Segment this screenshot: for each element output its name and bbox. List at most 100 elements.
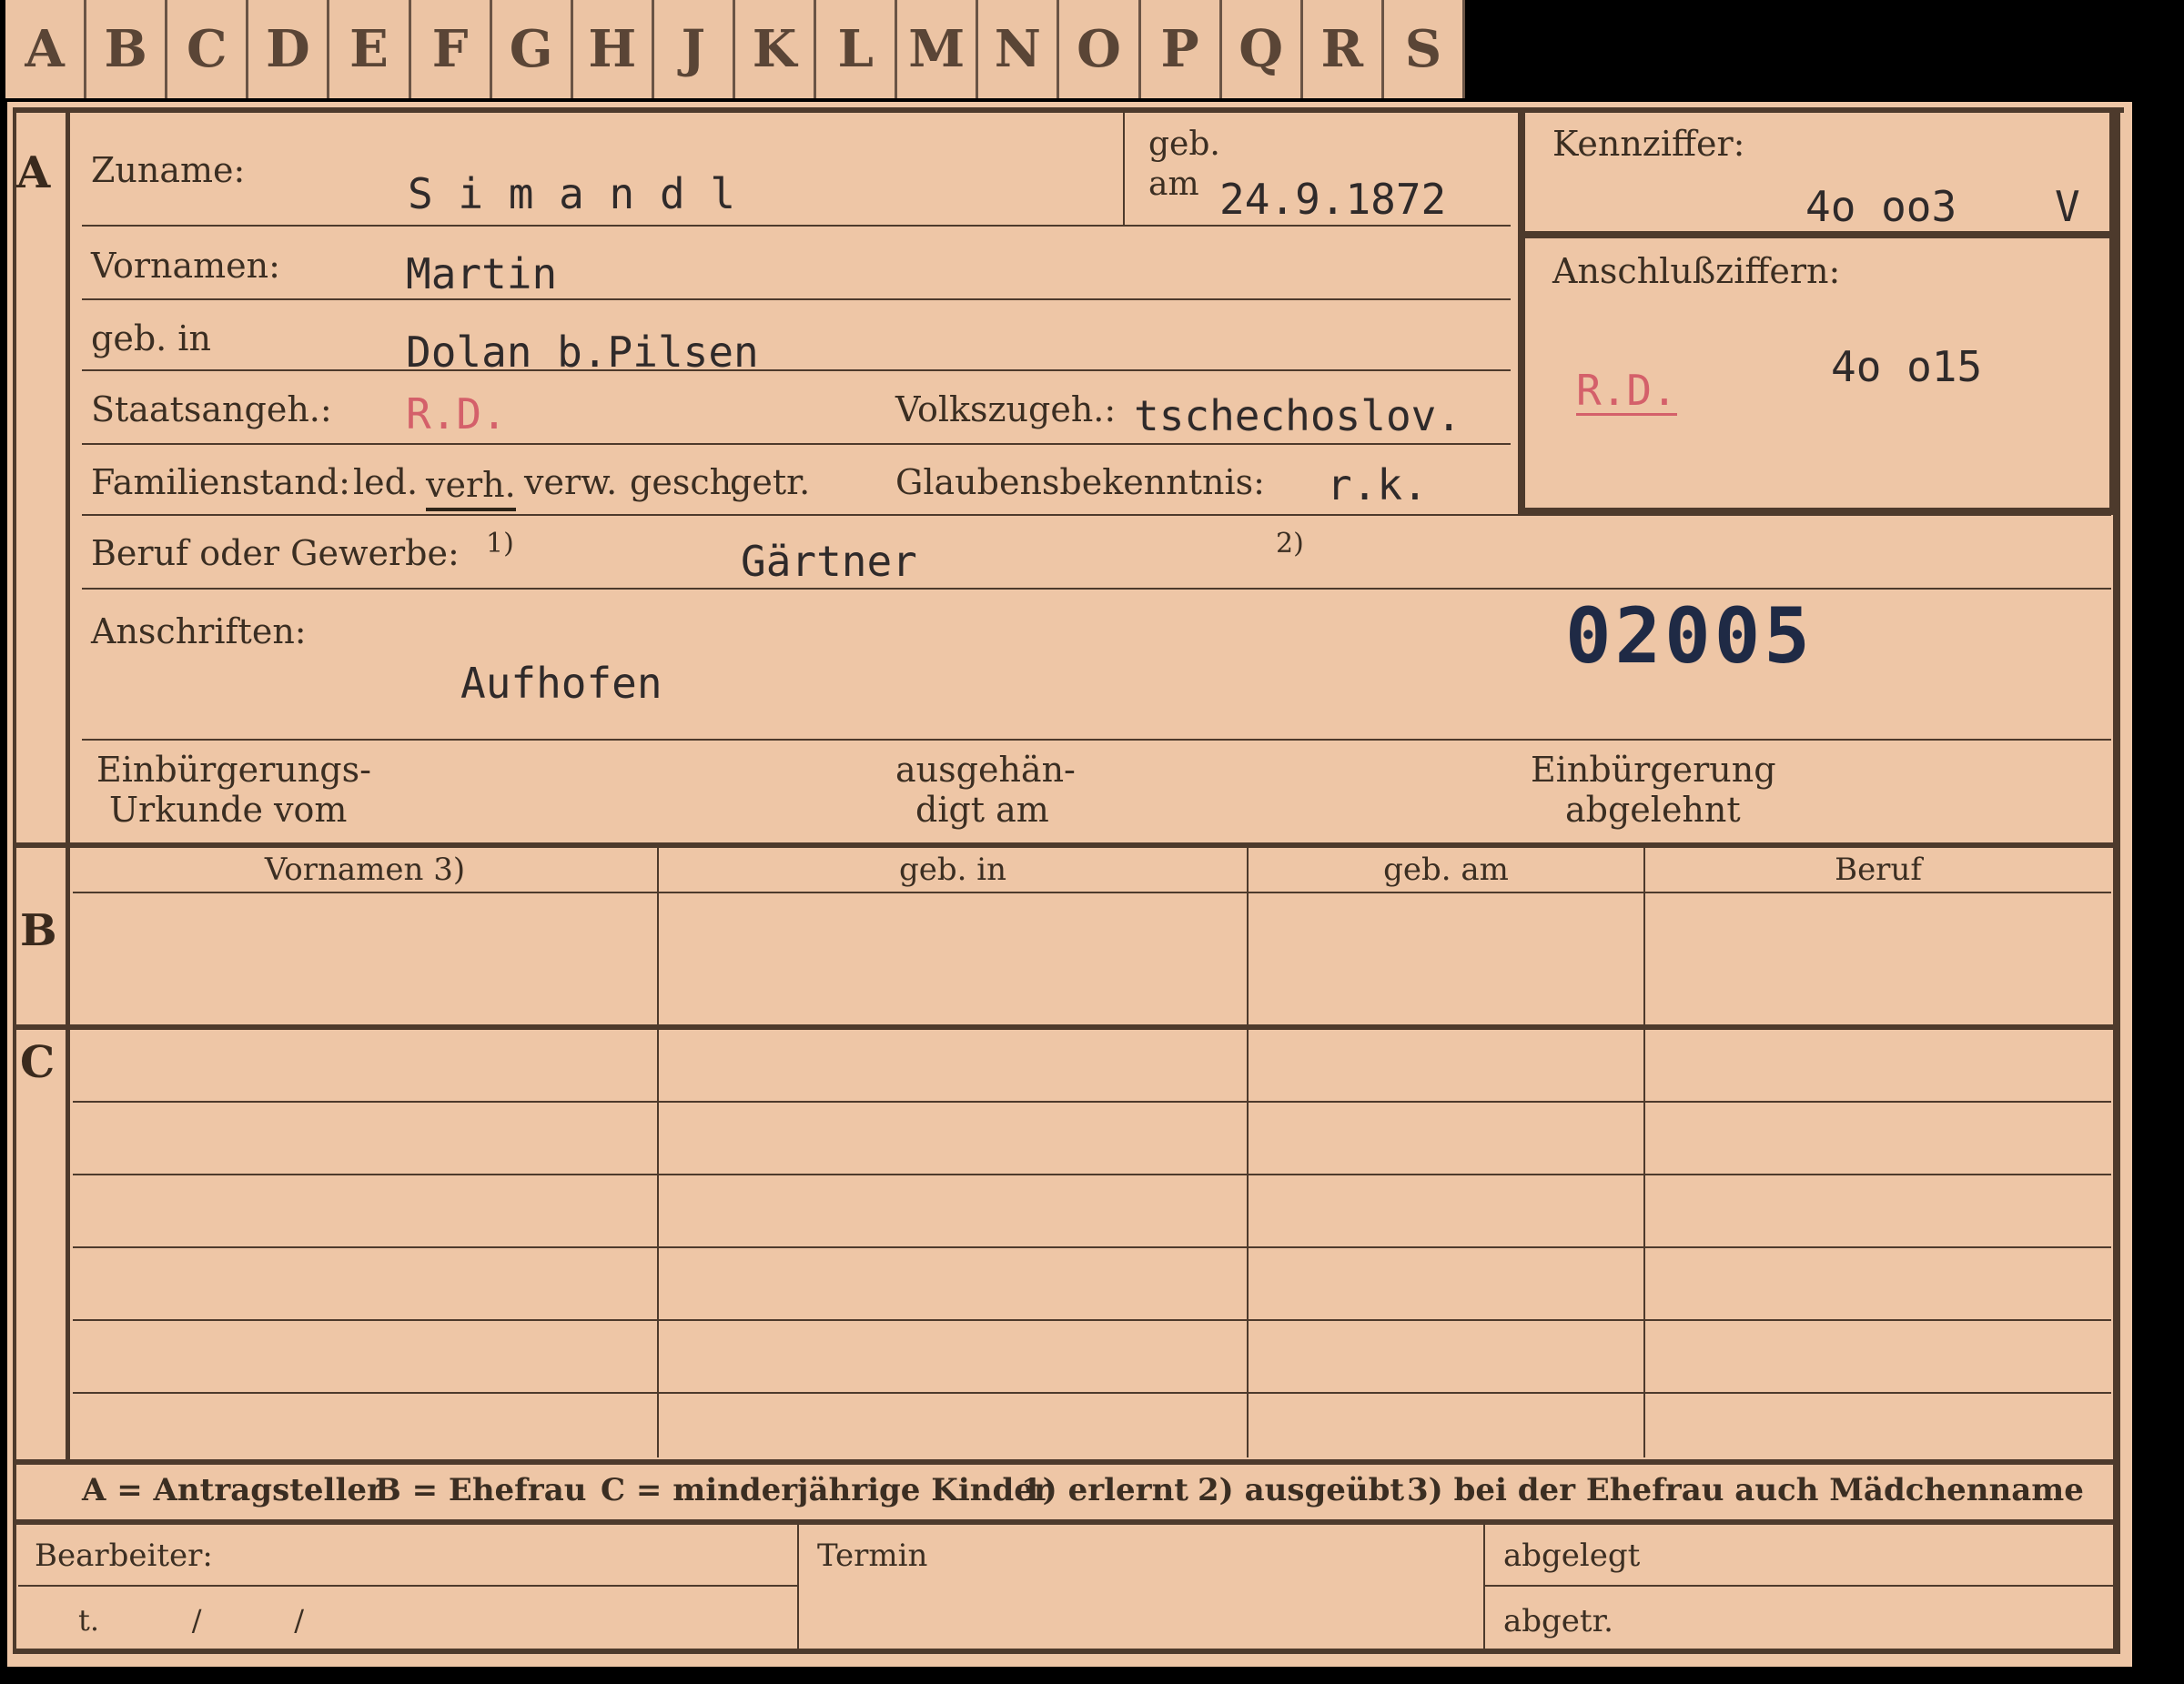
naturalization-denied-label-2: abgelehnt xyxy=(1565,790,1741,830)
deadline-label: Termin xyxy=(817,1538,928,1574)
surname-label: Zuname: xyxy=(91,150,246,190)
occupation-value: Gärtner xyxy=(741,537,917,586)
birth-place-value: Dolan b.Pilsen xyxy=(406,328,759,377)
kennziffer-suffix: V xyxy=(2055,182,2080,231)
index-tab-l: L xyxy=(816,0,898,98)
col-line-2 xyxy=(1247,848,1249,1457)
naturalization-cert-label-1: Einbürgerungs- xyxy=(96,750,371,790)
index-tab-j: J xyxy=(653,0,735,98)
index-tab-q: Q xyxy=(1221,0,1303,98)
section-b-letter: B xyxy=(20,905,57,956)
religion-label: Glaubensbekenntnis: xyxy=(895,462,1265,502)
c-row-2 xyxy=(73,1174,2111,1175)
abgelegt-line xyxy=(1485,1585,2113,1587)
legend-top xyxy=(13,1459,2117,1465)
anschluss-code: R.D. xyxy=(1576,366,1677,416)
stamp-number: 02005 xyxy=(1565,591,1814,681)
row-line-7 xyxy=(82,739,2111,741)
index-tab-d: D xyxy=(248,0,330,98)
footnote-1-marker: 1) xyxy=(486,528,514,560)
birth-divider xyxy=(1123,113,1125,225)
index-tab-b: B xyxy=(86,0,168,98)
index-tab-k: K xyxy=(734,0,817,98)
geb-label: geb. xyxy=(1148,126,1220,163)
am-label: am xyxy=(1148,166,1199,203)
marital-gesch: gesch. xyxy=(630,462,743,502)
occupation-label: Beruf oder Gewerbe: xyxy=(91,533,460,573)
naturalization-cert-label-2: Urkunde vom xyxy=(109,790,348,830)
section-divider xyxy=(66,107,70,1463)
surname-value: S i m a n d l xyxy=(408,169,736,218)
kennziffer-box-left xyxy=(1518,107,1525,515)
section-c-letter: C xyxy=(20,1037,56,1088)
section-a-letter: A xyxy=(16,147,51,198)
legend-footnote-1: 1) erlernt xyxy=(1021,1472,1189,1508)
citizenship-label: Staatsangeh.: xyxy=(91,389,332,429)
frame-left xyxy=(13,107,16,1654)
index-tabs: ABCDEFGHJKLMNOPQRS xyxy=(5,0,1465,102)
index-tab-h: H xyxy=(572,0,654,98)
index-tab-m: M xyxy=(897,0,979,98)
address-value: Aufhofen xyxy=(460,659,662,708)
bearbeiter-line xyxy=(18,1585,797,1587)
marital-status-label: Familienstand: xyxy=(91,462,350,502)
filed-label: abgelegt xyxy=(1503,1538,1641,1574)
legend-footnote-2: 2) ausgeübt xyxy=(1198,1472,1405,1508)
index-tab-o: O xyxy=(1059,0,1141,98)
table-b-header-first-names: Vornamen 3) xyxy=(264,852,466,888)
index-tab-r: R xyxy=(1302,0,1384,98)
c-row-1 xyxy=(73,1101,2111,1103)
frame-top xyxy=(13,107,2124,113)
index-tab-p: P xyxy=(1140,0,1222,98)
bottom-col-1 xyxy=(797,1525,799,1649)
row-line-2 xyxy=(82,298,1511,300)
kennziffer-box-mid xyxy=(1518,231,2117,238)
legend-a: A = Antragsteller xyxy=(82,1472,383,1508)
legend-b: B = Ehefrau xyxy=(375,1472,587,1508)
birth-date-value: 24.9.1872 xyxy=(1219,175,1447,224)
marital-verw: verw. xyxy=(524,462,618,502)
index-tab-s: S xyxy=(1383,0,1465,98)
row-line-3 xyxy=(82,369,1511,371)
marital-getr: getr. xyxy=(730,462,811,502)
row-line-6 xyxy=(82,588,2111,590)
delivered-label-2: digt am xyxy=(915,790,1049,830)
row-line-4 xyxy=(82,443,1511,445)
index-tab-a: A xyxy=(5,0,87,98)
kennziffer-label: Kennziffer: xyxy=(1552,124,1745,164)
religion-value: r.k. xyxy=(1327,460,1428,509)
delivered-label-1: ausgehän- xyxy=(895,750,1076,790)
section-b-top xyxy=(13,842,2117,848)
anschlussziffern-label: Anschlußziffern: xyxy=(1552,251,1841,291)
first-names-value: Martin xyxy=(406,249,558,298)
index-tab-c: C xyxy=(167,0,249,98)
c-row-4 xyxy=(73,1319,2111,1321)
ethnicity-label: Volkszugeh.: xyxy=(895,389,1117,429)
col-line-3 xyxy=(1643,848,1645,1457)
anschluss-number: 4o o15 xyxy=(1831,342,1983,391)
table-b-header-occupation: Beruf xyxy=(1835,852,1922,888)
first-names-label: Vornamen: xyxy=(91,246,280,286)
kennziffer-value: 4o oo3 xyxy=(1805,182,1957,231)
kennziffer-box-right xyxy=(2109,107,2117,515)
index-tab-g: G xyxy=(491,0,573,98)
index-tab-e: E xyxy=(329,0,411,98)
citizenship-value: R.D. xyxy=(406,389,507,439)
index-tab-n: N xyxy=(978,0,1060,98)
marital-verh: verh. xyxy=(426,462,516,511)
table-b-header-birth-place: geb. in xyxy=(898,852,1007,888)
legend-c: C = minderjährige Kinder xyxy=(601,1472,1050,1508)
ethnicity-value: tschechoslov. xyxy=(1134,391,1462,440)
index-tab-f: F xyxy=(410,0,492,98)
c-row-5 xyxy=(73,1392,2111,1394)
removed-label: abgetr. xyxy=(1503,1603,1613,1639)
footnote-2-marker: 2) xyxy=(1276,528,1304,560)
clerk-line: t. / / xyxy=(78,1603,305,1638)
section-c-top xyxy=(13,1024,2117,1030)
birth-place-label: geb. in xyxy=(91,318,211,358)
addresses-label: Anschriften: xyxy=(91,611,307,651)
bottom-col-2 xyxy=(1483,1525,1485,1649)
clerk-label: Bearbeiter: xyxy=(35,1538,213,1574)
frame-bottom xyxy=(13,1649,2120,1654)
table-b-header-birth-date: geb. am xyxy=(1383,852,1509,888)
